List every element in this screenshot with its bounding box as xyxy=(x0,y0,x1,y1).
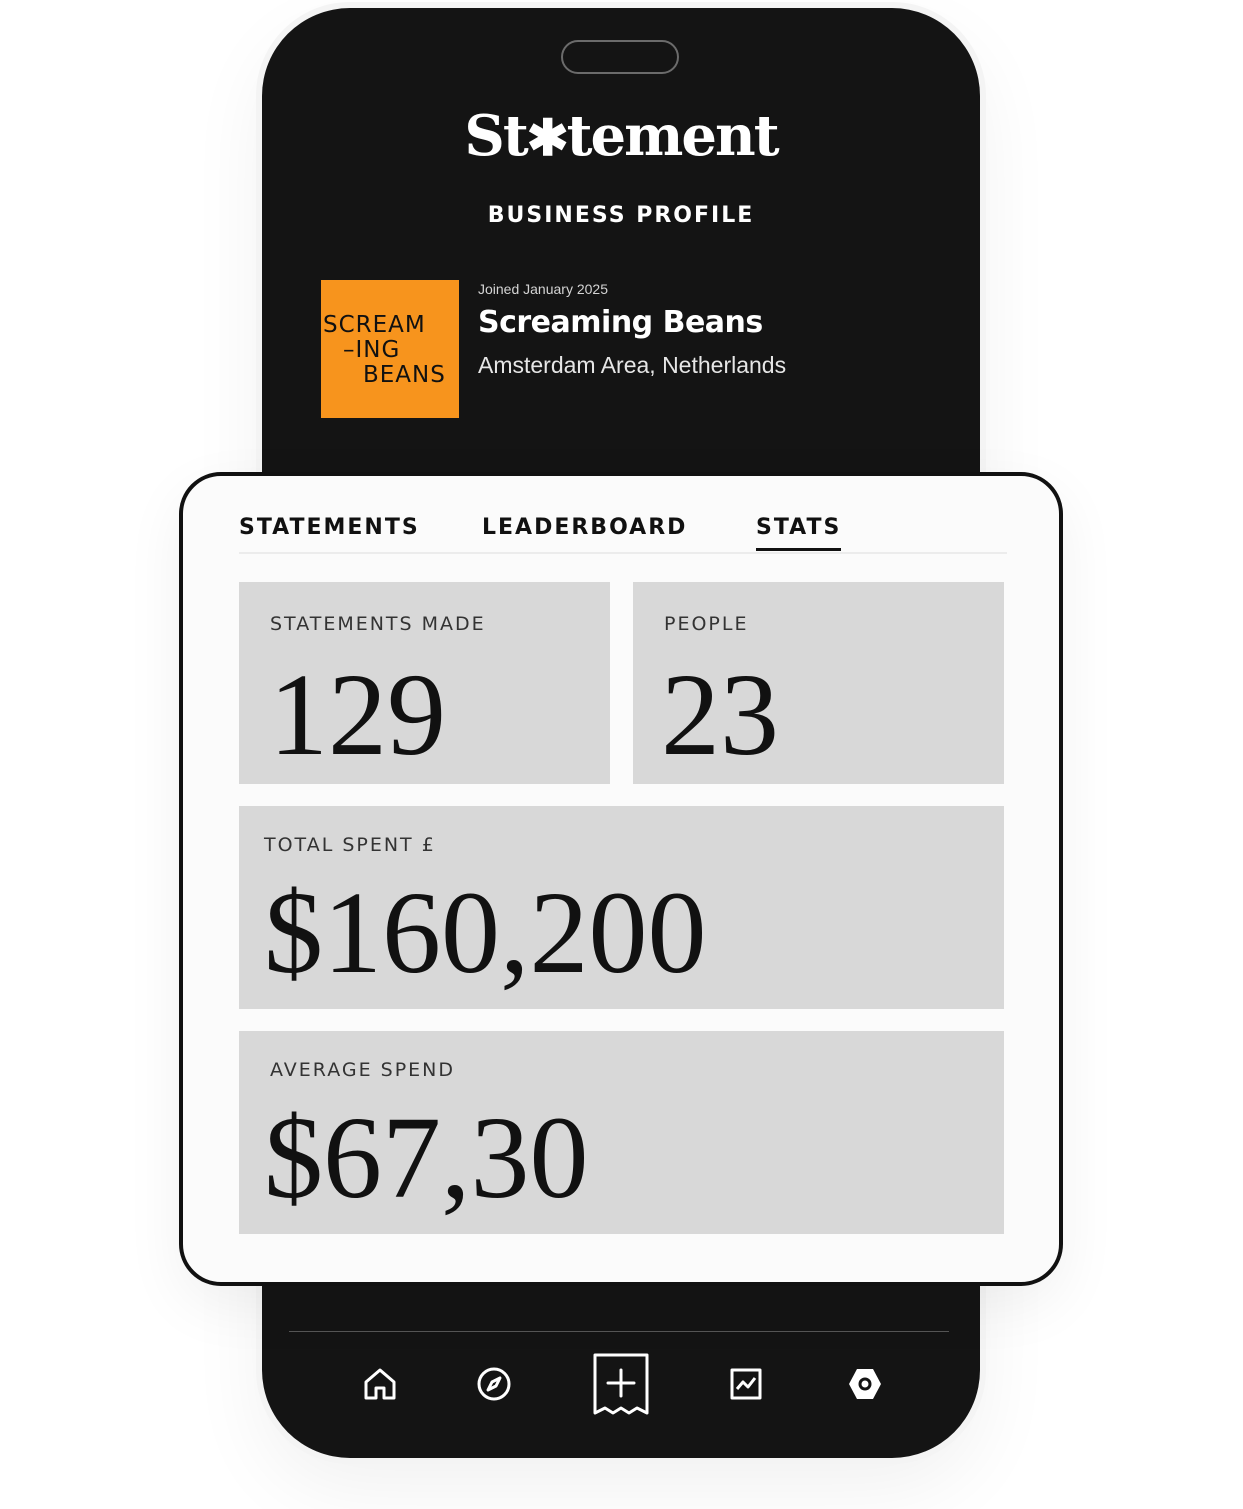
bottom-nav-divider xyxy=(289,1331,949,1332)
stat-tile-people: PEOPLE 23 xyxy=(633,582,1004,784)
stat-value: $160,200 xyxy=(264,867,707,998)
business-name: Screaming Beans xyxy=(478,305,763,340)
tab-stats[interactable]: STATS xyxy=(756,514,842,551)
stat-tile-statements-made: STATEMENTS MADE 129 xyxy=(239,582,610,784)
add-statement-icon xyxy=(593,1353,649,1415)
stat-label: AVERAGE SPEND xyxy=(270,1059,456,1081)
logo-prefix: St xyxy=(464,103,528,169)
tab-statements[interactable]: STATEMENTS xyxy=(239,514,420,548)
stat-label: PEOPLE xyxy=(664,613,749,635)
nav-add-statement-button[interactable] xyxy=(588,1348,654,1420)
phone-notch xyxy=(561,40,679,74)
profile-tabs: STATEMENTS LEADERBOARD STATS xyxy=(239,504,1007,554)
chart-icon xyxy=(730,1368,762,1400)
business-logo-line: –ING xyxy=(343,337,401,363)
stat-label: STATEMENTS MADE xyxy=(270,613,486,635)
business-logo-line: SCREAM xyxy=(323,312,426,338)
stat-tile-average-spend: AVERAGE SPEND $67,30 xyxy=(239,1031,1004,1234)
settings-icon xyxy=(849,1369,881,1399)
business-logo-line: BEANS xyxy=(363,362,446,388)
business-logo: SCREAM –ING BEANS xyxy=(321,280,459,418)
stat-label: TOTAL SPENT £ xyxy=(264,834,436,856)
stat-value: $67,30 xyxy=(264,1092,589,1223)
nav-explore-button[interactable] xyxy=(462,1348,526,1420)
tab-leaderboard[interactable]: LEADERBOARD xyxy=(482,514,687,548)
home-icon xyxy=(364,1368,396,1400)
page-title: BUSINESS PROFILE xyxy=(487,203,755,228)
stat-value: 23 xyxy=(661,649,779,780)
logo-star: ✱ xyxy=(526,108,569,167)
nav-settings-button[interactable] xyxy=(833,1348,897,1420)
stats-card: STATEMENTS LEADERBOARD STATS STATEMENTS … xyxy=(179,472,1063,1286)
stat-tile-total-spent: TOTAL SPENT £ $160,200 xyxy=(239,806,1004,1009)
nav-home-button[interactable] xyxy=(348,1348,412,1420)
stat-value: 129 xyxy=(269,649,446,780)
joined-date: Joined January 2025 xyxy=(478,281,608,297)
business-location: Amsterdam Area, Netherlands xyxy=(478,352,787,378)
app-logo: St✱tement xyxy=(262,104,980,170)
compass-icon xyxy=(477,1367,511,1401)
logo-suffix: tement xyxy=(566,103,780,169)
nav-stats-button[interactable] xyxy=(714,1348,778,1420)
